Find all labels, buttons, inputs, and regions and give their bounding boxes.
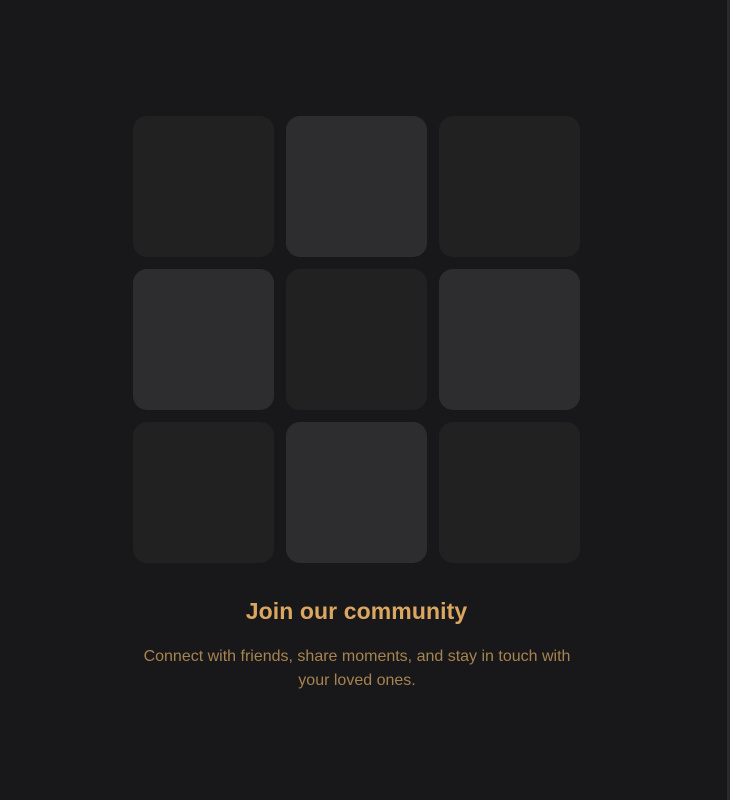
empty-state-screen: Join our community Connect with friends,…: [0, 0, 730, 800]
placeholder-tile: [133, 269, 274, 410]
placeholder-tile: [439, 422, 580, 563]
placeholder-tile: [286, 422, 427, 563]
placeholder-tile: [439, 116, 580, 257]
community-description: Connect with friends, share moments, and…: [143, 648, 571, 689]
placeholder-tile: [286, 116, 427, 257]
placeholder-tile: [133, 422, 274, 563]
placeholder-tile: [286, 269, 427, 410]
placeholder-grid: [133, 116, 581, 563]
placeholder-tile: [133, 116, 274, 257]
placeholder-tile: [439, 269, 580, 410]
community-heading: Join our community: [245, 598, 468, 624]
